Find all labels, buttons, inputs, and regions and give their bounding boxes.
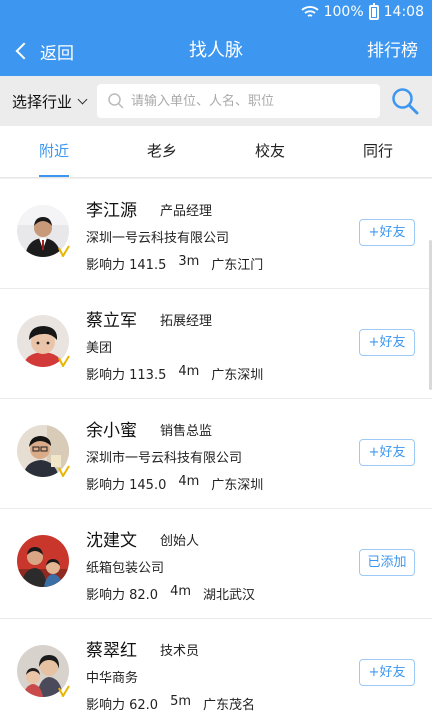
- avatar: [17, 535, 69, 587]
- influence: 影响力 141.5: [86, 258, 167, 273]
- person-company: 深圳一号云科技有限公司: [86, 231, 230, 246]
- category-tabs: 附近 老乡 校友 同行: [0, 126, 432, 178]
- nav-bar: 返回 找人脉 排行榜: [0, 26, 432, 76]
- distance: 4m: [170, 584, 192, 599]
- person-meta: 影响力 62.0 5m 广东茂名: [86, 694, 267, 713]
- person-name: 蔡翠红: [86, 641, 137, 661]
- chevron-left-icon: [15, 42, 33, 60]
- person-name: 李江源: [86, 201, 137, 221]
- wifi-icon: [301, 6, 319, 17]
- person-meta: 影响力 145.0 4m 广东深圳: [86, 474, 275, 493]
- person-company: 美团: [86, 341, 113, 356]
- search-input[interactable]: [131, 93, 371, 109]
- person-title: 产品经理: [160, 204, 213, 219]
- person-name: 蔡立军: [86, 311, 137, 331]
- tab-alumni[interactable]: 校友: [216, 126, 324, 177]
- list-item[interactable]: 李江源 产品经理 深圳一号云科技有限公司 影响力 141.5 3m 广东江门 +…: [0, 179, 432, 289]
- industry-label: 选择行业: [12, 92, 73, 111]
- list-item[interactable]: 蔡翠红 技术员 中华商务 影响力 62.0 5m 广东茂名 +好友: [0, 619, 432, 720]
- search-field: [97, 84, 380, 118]
- added-button[interactable]: 已添加: [359, 549, 415, 576]
- tab-nearby[interactable]: 附近: [0, 126, 108, 177]
- person-meta: 影响力 141.5 3m 广东江门: [86, 254, 275, 273]
- influence: 影响力 82.0: [86, 588, 159, 603]
- location: 广东深圳: [211, 478, 264, 493]
- search-icon: [108, 93, 124, 109]
- search-button-icon[interactable]: [390, 86, 420, 116]
- person-meta: 影响力 82.0 4m 湖北武汉: [86, 584, 267, 603]
- battery-percent: 100%: [323, 4, 364, 20]
- tab-hometown[interactable]: 老乡: [108, 126, 216, 177]
- person-company: 纸箱包装公司: [86, 561, 165, 576]
- verified-icon: [58, 355, 70, 367]
- verified-icon: [58, 245, 70, 257]
- ranking-button[interactable]: 排行榜: [367, 26, 418, 76]
- person-title: 创始人: [160, 534, 200, 549]
- distance: 4m: [178, 474, 200, 489]
- person-name: 余小蜜: [86, 421, 137, 441]
- person-title: 销售总监: [160, 424, 213, 439]
- add-friend-button[interactable]: +好友: [359, 439, 415, 466]
- location: 广东茂名: [203, 698, 256, 713]
- location: 湖北武汉: [203, 588, 256, 603]
- person-company: 深圳市一号云科技有限公司: [86, 451, 243, 466]
- back-button[interactable]: 返回: [14, 26, 74, 76]
- add-friend-button[interactable]: +好友: [359, 329, 415, 356]
- tab-industry-peers[interactable]: 同行: [324, 126, 432, 177]
- chevron-down-icon: [77, 94, 88, 104]
- location: 广东深圳: [211, 368, 264, 383]
- add-friend-button[interactable]: +好友: [359, 659, 415, 686]
- back-label: 返回: [40, 43, 74, 64]
- verified-icon: [58, 465, 70, 477]
- influence: 影响力 62.0: [86, 698, 159, 713]
- person-title: 拓展经理: [160, 314, 213, 329]
- battery-icon: [368, 2, 379, 20]
- search-bar: 选择行业: [0, 76, 432, 126]
- clock: 14:08: [383, 4, 424, 20]
- distance: 4m: [178, 364, 200, 379]
- location: 广东江门: [211, 258, 264, 273]
- list-item[interactable]: 蔡立军 拓展经理 美团 影响力 113.5 4m 广东深圳 +好友: [0, 289, 432, 399]
- influence: 影响力 113.5: [86, 368, 167, 383]
- distance: 3m: [178, 254, 200, 269]
- person-meta: 影响力 113.5 4m 广东深圳: [86, 364, 275, 383]
- industry-select[interactable]: 选择行业: [12, 76, 88, 126]
- verified-icon: [58, 685, 70, 697]
- list-item[interactable]: 余小蜜 销售总监 深圳市一号云科技有限公司 影响力 145.0 4m 广东深圳 …: [0, 399, 432, 509]
- influence: 影响力 145.0: [86, 478, 167, 493]
- add-friend-button[interactable]: +好友: [359, 219, 415, 246]
- list-item[interactable]: 沈建文 创始人 纸箱包装公司 影响力 82.0 4m 湖北武汉 已添加: [0, 509, 432, 619]
- distance: 5m: [170, 694, 192, 709]
- person-company: 中华商务: [86, 671, 139, 686]
- person-name: 沈建文: [86, 531, 137, 551]
- person-title: 技术员: [160, 644, 200, 659]
- status-bar: 100% 14:08: [0, 0, 432, 26]
- people-list: 李江源 产品经理 深圳一号云科技有限公司 影响力 141.5 3m 广东江门 +…: [0, 179, 432, 720]
